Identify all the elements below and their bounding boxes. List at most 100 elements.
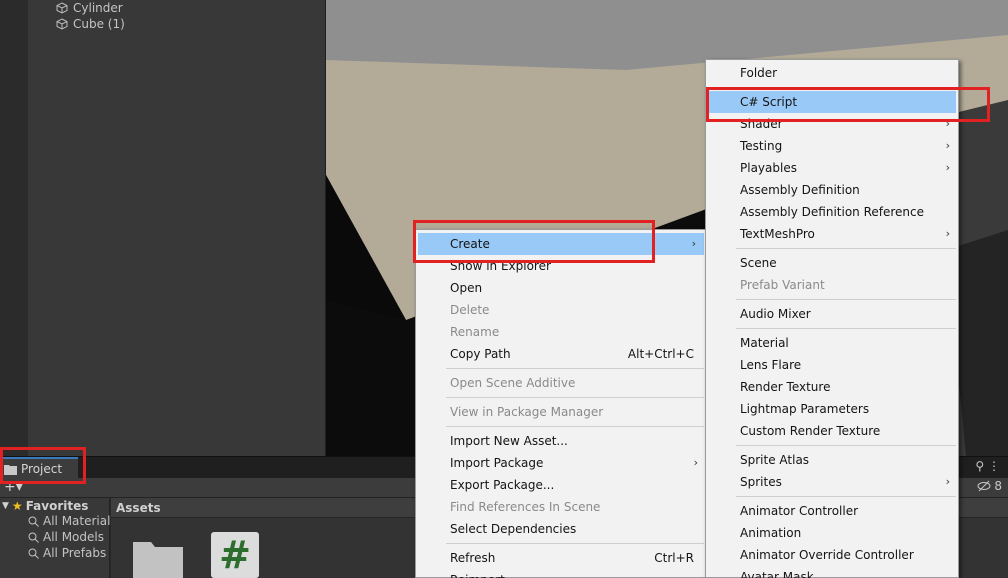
hidden-count: 8 <box>994 479 1002 493</box>
menu-item-view-in-package-manager: View in Package Manager <box>416 401 706 423</box>
menu-item-assembly-definition[interactable]: Assembly Definition <box>706 179 958 201</box>
chevron-right-icon: › <box>945 161 950 174</box>
menu-item-open[interactable]: Open <box>416 277 706 299</box>
menu-item-label: Scene <box>740 256 777 270</box>
menu-item-folder[interactable]: Folder <box>706 62 958 84</box>
menu-item-select-dependencies[interactable]: Select Dependencies <box>416 518 706 540</box>
menu-item-label: Rename <box>450 325 500 339</box>
menu-item-animator-controller[interactable]: Animator Controller <box>706 500 958 522</box>
shortcut-label: Ctrl+R <box>654 551 694 565</box>
menu-item-lightmap-parameters[interactable]: Lightmap Parameters <box>706 398 958 420</box>
add-asset-button[interactable]: +▾ <box>4 479 23 495</box>
menu-item-open-scene-additive: Open Scene Additive <box>416 372 706 394</box>
chevron-right-icon: › <box>693 456 698 469</box>
menu-item-refresh[interactable]: Refresh Ctrl+R <box>416 547 706 569</box>
menu-item-lens-flare[interactable]: Lens Flare <box>706 354 958 376</box>
menu-item-label: Folder <box>740 66 778 80</box>
folder-icon <box>4 464 17 475</box>
menu-separator <box>446 368 704 369</box>
menu-item-label: Import New Asset... <box>450 434 568 448</box>
menu-item-import-new-asset[interactable]: Import New Asset... <box>416 430 706 452</box>
hierarchy-item-label: Cube (1) <box>73 17 125 31</box>
menu-separator <box>736 328 956 329</box>
menu-separator <box>446 543 704 544</box>
menu-item-shader[interactable]: Shader › <box>706 113 958 135</box>
menu-item-label: Select Dependencies <box>450 522 577 536</box>
menu-item-animator-override-controller[interactable]: Animator Override Controller <box>706 544 958 566</box>
menu-item-label: Export Package... <box>450 478 555 492</box>
chevron-right-icon: › <box>945 475 950 488</box>
menu-item-label: Import Package <box>450 456 544 470</box>
create-submenu: Folder C# Script Shader › Testing › Playables ›… <box>705 59 959 578</box>
menu-item-c-script[interactable]: C# Script <box>708 91 956 113</box>
menu-item-sprite-atlas[interactable]: Sprite Atlas <box>706 449 958 471</box>
favorite-item-label: All Materials <box>43 514 117 528</box>
tab-project[interactable]: Project <box>0 457 78 479</box>
menu-item-delete: Delete <box>416 299 706 321</box>
menu-item-label: Animator Override Controller <box>740 548 914 562</box>
search-icon <box>28 532 39 543</box>
menu-item-label: Assembly Definition Reference <box>740 205 925 219</box>
favorite-item-prefabs[interactable]: All Prefabs <box>28 545 106 561</box>
menu-item-scene[interactable]: Scene <box>706 252 958 274</box>
menu-item-custom-render-texture[interactable]: Custom Render Texture <box>706 420 958 442</box>
project-context-menu: Create › Show in Explorer Open Delete Rename C… <box>415 229 707 578</box>
folder-asset-icon[interactable] <box>133 538 183 578</box>
menu-separator <box>736 248 956 249</box>
menu-separator <box>736 87 956 88</box>
menu-item-label: Show in Explorer <box>450 259 551 273</box>
menu-item-label: Render Texture <box>740 380 831 394</box>
menu-item-label: Animation <box>740 526 802 540</box>
favorites-header[interactable]: ▼ ★ Favorites <box>2 498 88 514</box>
menu-item-label: Copy Path <box>450 347 511 361</box>
menu-item-playables[interactable]: Playables › <box>706 157 958 179</box>
panel-options[interactable]: ⚲ ⋮ <box>975 459 1000 473</box>
menu-item-show-in-explorer[interactable]: Show in Explorer <box>416 255 706 277</box>
expand-arrow-icon: ▼ <box>2 501 9 511</box>
menu-separator <box>736 496 956 497</box>
menu-item-label: Material <box>740 336 789 350</box>
menu-item-rename: Rename <box>416 321 706 343</box>
favorite-item-models[interactable]: All Models <box>28 529 104 545</box>
favorite-item-materials[interactable]: All Materials <box>28 513 117 529</box>
menu-item-label: Create <box>450 237 490 251</box>
menu-item-label: Sprites <box>740 475 782 489</box>
hierarchy-item-cylinder[interactable]: Cylinder <box>56 0 123 16</box>
tab-project-label: Project <box>21 462 63 476</box>
menu-item-create[interactable]: Create › <box>418 233 704 255</box>
menu-item-reimport[interactable]: Reimport <box>416 569 706 578</box>
chevron-right-icon: › <box>945 227 950 240</box>
menu-item-label: Animator Controller <box>740 504 859 518</box>
gameobject-cube-icon <box>56 18 68 30</box>
menu-item-animation[interactable]: Animation <box>706 522 958 544</box>
menu-item-avatar-mask[interactable]: Avatar Mask <box>706 566 958 578</box>
menu-item-label: Assembly Definition <box>740 183 860 197</box>
favorites-panel: ▼ ★ Favorites All Materials All Models A… <box>0 498 117 578</box>
hierarchy-item-cube[interactable]: Cube (1) <box>56 16 125 32</box>
menu-item-label: TextMeshPro <box>740 227 815 241</box>
menu-item-render-texture[interactable]: Render Texture <box>706 376 958 398</box>
menu-item-find-references-in-scene: Find References In Scene <box>416 496 706 518</box>
menu-item-sprites[interactable]: Sprites › <box>706 471 958 493</box>
menu-item-audio-mixer[interactable]: Audio Mixer <box>706 303 958 325</box>
menu-item-copy-path[interactable]: Copy Path Alt+Ctrl+C <box>416 343 706 365</box>
menu-item-label: Avatar Mask <box>740 570 814 578</box>
favorite-item-label: All Prefabs <box>43 546 107 560</box>
menu-item-testing[interactable]: Testing › <box>706 135 958 157</box>
menu-item-assembly-definition-reference[interactable]: Assembly Definition Reference <box>706 201 958 223</box>
menu-item-textmeshpro[interactable]: TextMeshPro › <box>706 223 958 245</box>
menu-item-export-package[interactable]: Export Package... <box>416 474 706 496</box>
menu-item-label: Refresh <box>450 551 496 565</box>
menu-item-import-package[interactable]: Import Package › <box>416 452 706 474</box>
menu-item-label: Reimport <box>450 573 505 578</box>
menu-separator <box>736 299 956 300</box>
eye-slash-icon <box>977 480 991 492</box>
menu-item-material[interactable]: Material <box>706 332 958 354</box>
shortcut-label: Alt+Ctrl+C <box>627 347 694 361</box>
csharp-script-asset-icon[interactable]: # <box>211 532 259 578</box>
hidden-packages-toggle[interactable]: 8 <box>977 479 1002 493</box>
gameobject-cube-icon <box>56 2 68 14</box>
chevron-right-icon: › <box>945 139 950 152</box>
menu-item-label: Lightmap Parameters <box>740 402 870 416</box>
star-icon: ★ <box>11 499 23 513</box>
